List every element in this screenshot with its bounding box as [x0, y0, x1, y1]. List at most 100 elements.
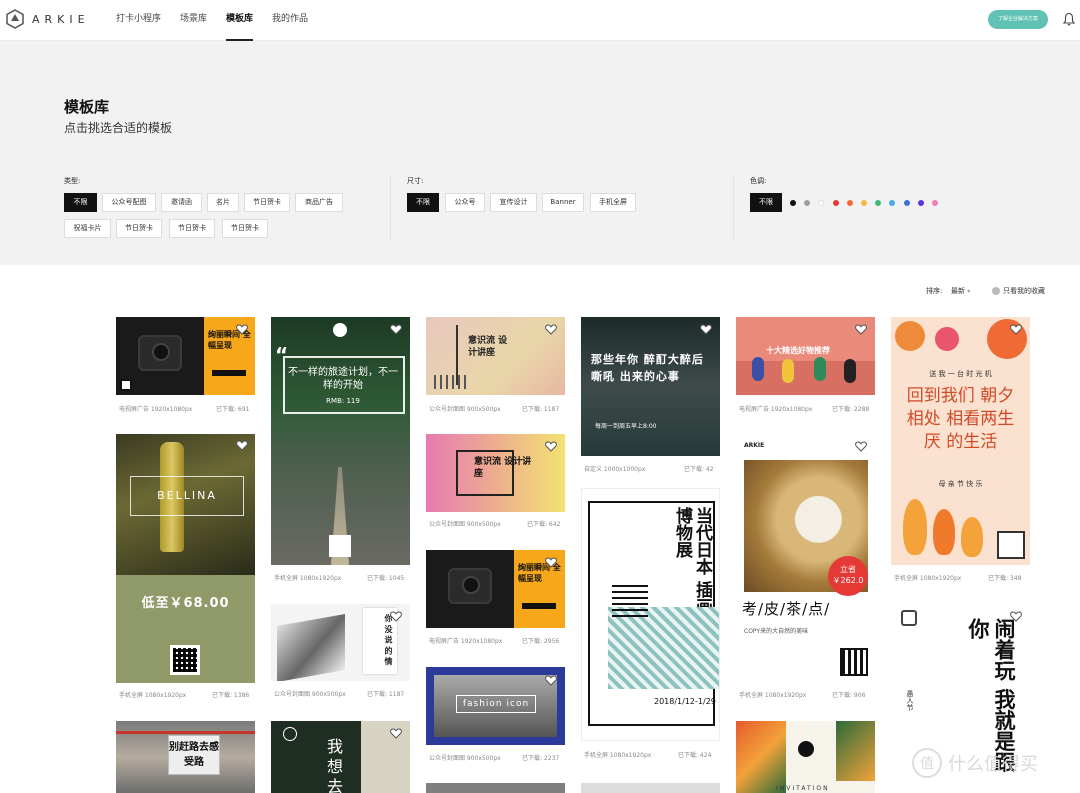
heart-icon[interactable] — [545, 675, 557, 687]
type-chip-all[interactable]: 不限 — [64, 193, 97, 212]
heart-icon[interactable] — [236, 440, 248, 452]
template-card[interactable]: 绚丽瞬间 全幅呈现 — [116, 317, 255, 395]
top-bar: ARKIE 打卡小程序 场景库 模板库 我的作品 了解企业解决方案 — [0, 0, 1080, 41]
sort-value: 最新 — [951, 287, 965, 295]
color-swatch[interactable] — [903, 200, 910, 206]
heart-icon[interactable] — [545, 557, 557, 569]
template-downloads: 已下载: 1045 — [367, 575, 405, 582]
template-card[interactable] — [426, 783, 565, 793]
size-filter-label: 尺寸: — [407, 177, 424, 185]
type-chip-holiday-3[interactable]: 节日贺卡 — [169, 219, 215, 238]
heart-icon[interactable] — [545, 441, 557, 453]
smzdm-logo-icon: 值 — [912, 748, 942, 778]
favorites-toggle[interactable]: 只看我的收藏 — [992, 286, 1045, 296]
template-meta: 电视屏广告 1920x1080px — [119, 406, 193, 413]
template-card[interactable]: BELLINA 低至￥68.00 — [116, 434, 255, 683]
heart-icon[interactable] — [1010, 324, 1022, 336]
template-card[interactable]: 当代日本 插画博物展 2018/1/12-1/29 — [581, 488, 720, 741]
template-title: 意识流 设计讲座 — [468, 336, 508, 358]
template-meta: 手机全屏 1080x1920px — [119, 692, 187, 699]
page-title: 模板库 — [64, 98, 110, 116]
color-chip-all[interactable]: 不限 — [750, 193, 782, 212]
filter-divider — [390, 175, 391, 239]
type-chip-holiday-4[interactable]: 节日贺卡 — [222, 219, 268, 238]
check-circle-icon — [992, 287, 1000, 295]
sort-select[interactable]: 最新 ▾ — [951, 286, 970, 296]
color-filter-label: 色调: — [750, 177, 767, 185]
template-meta: 手机全屏 1080x1920px — [739, 692, 807, 699]
bell-icon[interactable] — [1063, 12, 1075, 26]
nav-item-my-works[interactable]: 我的作品 — [272, 0, 308, 41]
template-meta: 电视屏广告 1920x1080px — [739, 406, 813, 413]
type-chip-invitation[interactable]: 邀请函 — [161, 193, 202, 212]
brand-tag: ARKIE — [744, 442, 765, 449]
template-card[interactable]: 送 我 一 台 时 光 机 回到我们 朝夕相处 相看两生厌 的生活 母 亲 节 … — [891, 317, 1030, 565]
color-swatch[interactable] — [917, 200, 924, 206]
template-meta: 手机全屏 1080x1920px — [894, 575, 962, 582]
template-title: 考/皮/茶/点/ — [742, 600, 831, 618]
template-title: 那些年你 醉酊大醉后嘶吼 出来的心事 — [591, 353, 704, 383]
template-title: 十大精选好物推荐 — [766, 346, 830, 355]
heart-icon[interactable] — [390, 728, 402, 740]
template-side: 愚人节 — [906, 690, 914, 711]
heart-icon[interactable] — [390, 611, 402, 623]
type-chip-blessing[interactable]: 祝福卡片 — [64, 219, 111, 238]
template-card[interactable]: INVITATION — [736, 721, 875, 793]
template-downloads: 已下载: 1187 — [367, 691, 405, 698]
type-chip-product-ad[interactable]: 商品广告 — [295, 193, 343, 212]
brand-logo[interactable]: ARKIE — [6, 9, 90, 29]
template-meta: 手机全屏 1080x1920px — [274, 575, 342, 582]
template-meta: 电视屏广告 1920x1080px — [429, 638, 503, 645]
template-date: 2018/1/12-1/29 — [654, 697, 716, 706]
template-meta: 手机全屏 1080x1920px — [584, 752, 652, 759]
size-chip-all[interactable]: 不限 — [407, 193, 439, 212]
color-swatch[interactable] — [790, 200, 796, 206]
size-chip-wechat[interactable]: 公众号 — [445, 193, 485, 212]
template-downloads: 已下载: 906 — [832, 692, 866, 699]
template-downloads: 已下载: 642 — [527, 521, 561, 528]
filter-divider — [733, 175, 734, 239]
type-chip-holiday-2[interactable]: 节日贺卡 — [116, 219, 162, 238]
color-swatch[interactable] — [832, 200, 839, 206]
heart-icon[interactable] — [236, 324, 248, 336]
heart-icon[interactable] — [1010, 611, 1022, 623]
template-title: INVITATION — [776, 785, 830, 792]
template-card[interactable]: ARKIE 立省 ￥262.0 考/皮/茶/点/ COPY来的大自然的美味 — [736, 434, 875, 683]
heart-icon[interactable] — [545, 324, 557, 336]
template-card[interactable]: 那些年你 醉酊大醉后嘶吼 出来的心事 每周一到周五早上8:00 — [581, 317, 720, 456]
color-swatch[interactable] — [861, 200, 867, 206]
nav-item-scenes[interactable]: 场景库 — [180, 0, 207, 41]
template-card[interactable] — [581, 783, 720, 793]
template-title: 当代日本 插画博物展 — [672, 507, 712, 615]
template-price: 立省 ￥262.0 — [828, 556, 868, 596]
template-meta: 公众号封面图 900x500px — [429, 406, 501, 413]
template-meta: 公众号封面图 900x500px — [429, 521, 501, 528]
size-chip-phone[interactable]: 手机全屏 — [590, 193, 636, 212]
nav-item-templates[interactable]: 模板库 — [226, 0, 254, 41]
page-subtitle: 点击挑选合适的模板 — [64, 121, 173, 135]
heart-icon[interactable] — [855, 324, 867, 336]
nav-item-checkin[interactable]: 打卡小程序 — [116, 0, 161, 41]
heart-icon[interactable] — [855, 441, 867, 453]
heart-icon[interactable] — [700, 324, 712, 336]
template-card[interactable]: 别赶路去感受路 — [116, 721, 255, 793]
template-meta: 自定义 1000x1000px — [584, 466, 646, 473]
enterprise-cta-button[interactable]: 了解企业解决方案 — [988, 10, 1048, 29]
template-downloads: 已下载: 1187 — [522, 406, 560, 413]
type-chip-card[interactable]: 名片 — [207, 193, 239, 212]
template-downloads: 已下载: 2288 — [832, 406, 870, 413]
type-chip-wechat[interactable]: 公众号配图 — [102, 193, 156, 212]
sort-label: 排序: — [926, 287, 943, 295]
size-chip-banner[interactable]: Banner — [542, 193, 584, 212]
color-swatch[interactable] — [932, 200, 938, 206]
chevron-down-icon: ▾ — [967, 288, 971, 295]
template-sub: COPY来的大自然的美味 — [744, 628, 809, 635]
heart-icon[interactable] — [390, 324, 402, 336]
color-swatch[interactable] — [846, 200, 853, 206]
type-chip-holiday[interactable]: 节日贺卡 — [244, 193, 290, 212]
template-title: 别赶路去感受路 — [168, 735, 220, 775]
template-price: RMB: 119 — [326, 397, 360, 405]
template-meta: 公众号封面图 900x500px — [274, 691, 346, 698]
size-chip-promo[interactable]: 宣传设计 — [490, 193, 537, 212]
template-card[interactable]: “ 不一样的旅途计划，不一样的开始 RMB: 119 — [271, 317, 410, 565]
